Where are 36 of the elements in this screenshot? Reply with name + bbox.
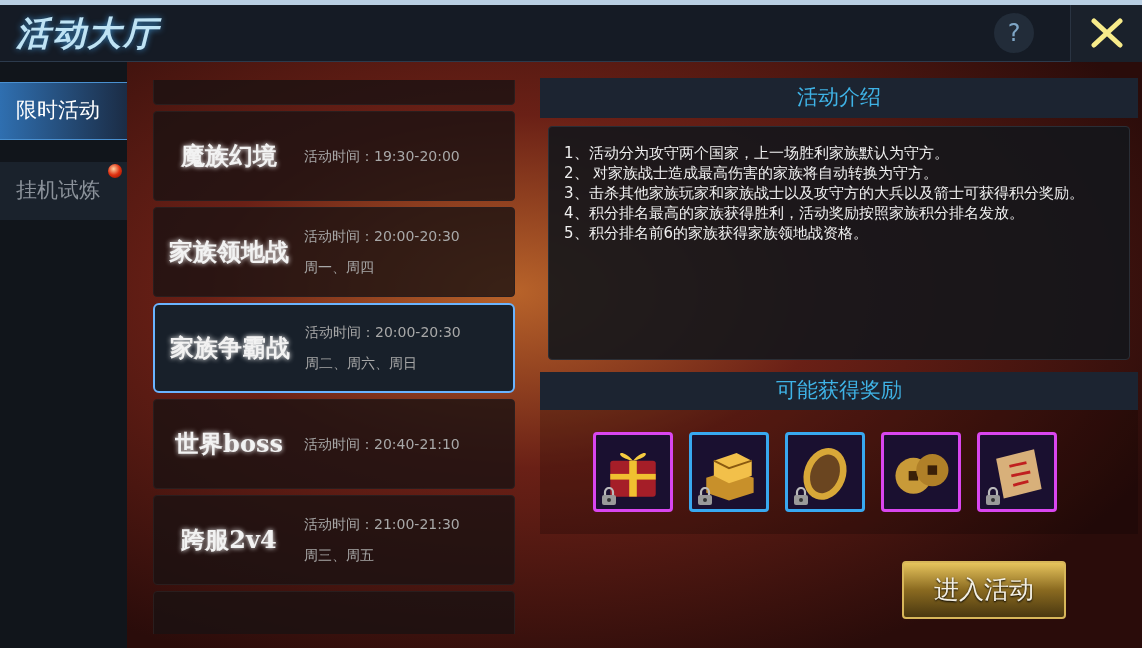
activity-time: 活动时间：20:00-20:30	[304, 227, 460, 246]
section-heading: 活动介绍	[540, 78, 1138, 118]
activity-name: 魔族幻境	[180, 140, 278, 172]
activity-card[interactable]: 跨服2v4 活动时间：21:00-21:30 周三、周五	[153, 495, 515, 585]
enter-activity-button[interactable]: 进入活动	[902, 561, 1066, 619]
activity-card[interactable]: 家族领地战 活动时间：20:00-20:30 周一、周四	[153, 207, 515, 297]
reward-slot[interactable]	[785, 432, 865, 512]
reward-slot[interactable]	[593, 432, 673, 512]
reward-slot[interactable]	[689, 432, 769, 512]
activity-name: 家族领地战	[168, 236, 290, 268]
help-button[interactable]: ?	[994, 13, 1034, 53]
lock-icon	[793, 487, 809, 505]
reward-slot[interactable]	[881, 432, 961, 512]
activity-time: 活动时间：20:00-20:30	[305, 323, 461, 342]
activity-time: 活动时间：20:40-21:10	[304, 434, 460, 454]
activity-card[interactable]: 家族争霸战 活动时间：20:00-20:30 周二、周六、周日	[153, 303, 515, 393]
lock-icon	[601, 487, 617, 505]
section-heading: 可能获得奖励	[540, 372, 1138, 410]
close-icon	[1089, 18, 1124, 48]
activity-time: 活动时间：21:00-21:30	[304, 515, 460, 534]
activity-name: 世界boss	[174, 428, 284, 460]
activity-time: 活动时间：19:30-20:00	[304, 146, 460, 166]
activity-name: 家族争霸战	[169, 332, 291, 364]
description-panel: 1、活动分为攻守两个国家，上一场胜利家族默认为守方。 2、 对家族战士造成最高伤害的家族将自动转换为守方。 3、击杀其他家族玩家和家族战士以及攻守方的大兵以及箭士可获得积分奖励。 4、积分排名最高的家族获得胜利，活动奖励按照家族积分排名发放。 5、积分排名前6的家族获得家族领地战资格。	[548, 126, 1130, 360]
activity-name: 跨服2v4	[180, 524, 278, 556]
activity-days: 周二、周六、周日	[305, 353, 461, 374]
activity-card[interactable]: 魔族幻境 活动时间：19:30-20:00	[153, 111, 515, 201]
close-button[interactable]	[1070, 4, 1142, 62]
activity-days: 周三、周五	[304, 545, 460, 566]
sidebar-tab[interactable]: 限时活动	[0, 82, 127, 140]
reward-slot[interactable]	[977, 432, 1057, 512]
activity-card[interactable]: 世界boss 活动时间：20:40-21:10	[153, 399, 515, 489]
activity-days: 周一、周四	[304, 257, 460, 278]
lock-icon	[697, 487, 713, 505]
sidebar-tab[interactable]: 挂机试炼	[0, 162, 127, 220]
lock-icon	[985, 487, 1001, 505]
